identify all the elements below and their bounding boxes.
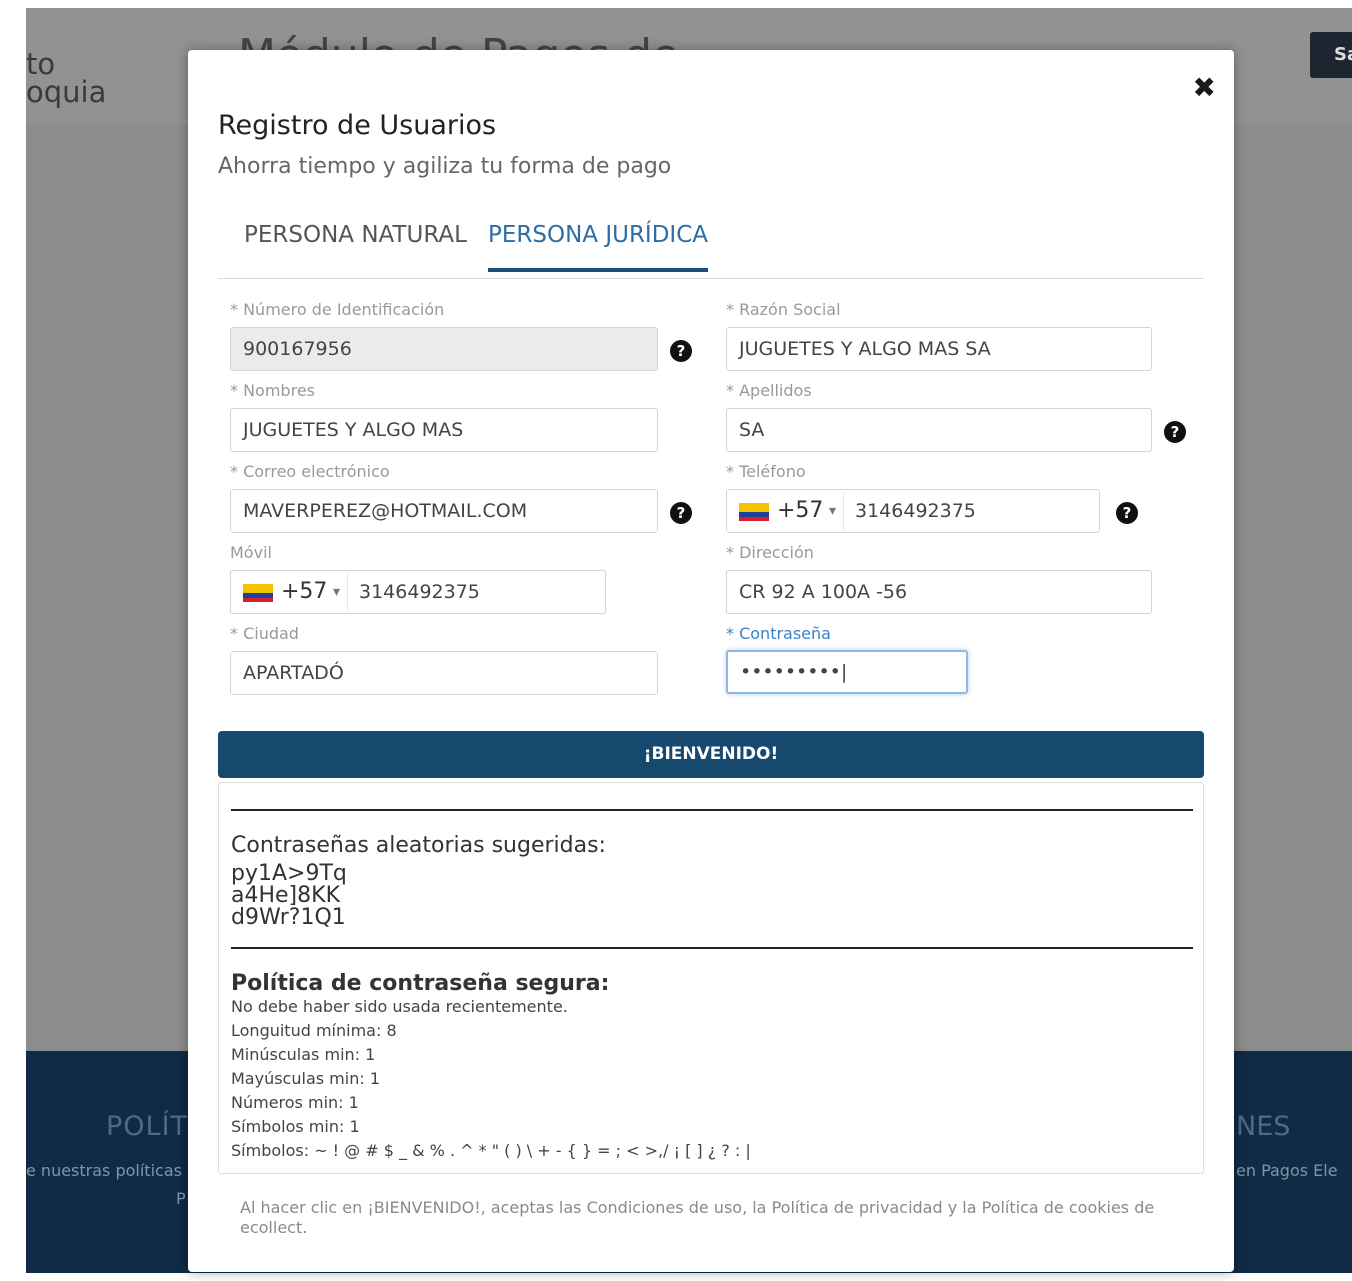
colombia-flag-icon[interactable] (243, 584, 273, 602)
apellidos-label: * Apellidos (726, 381, 812, 400)
registration-modal: ✖ Registro de Usuarios Ahorra tiempo y a… (188, 50, 1234, 1272)
policy-line: Números min: 1 (231, 1093, 359, 1112)
modal-subtitle: Ahorra tiempo y agiliza tu forma de pago (218, 154, 672, 179)
razon-social-input[interactable]: JUGUETES Y ALGO MAS SA (726, 327, 1152, 371)
policy-line: Longuitud mínima: 8 (231, 1021, 397, 1040)
email-label: * Correo electrónico (230, 462, 390, 481)
suggested-password: a4He]8KK (231, 883, 340, 908)
nombres-label: * Nombres (230, 381, 315, 400)
telefono-label: * Teléfono (726, 462, 806, 481)
divider (231, 809, 1193, 811)
telefono-input[interactable]: +57 ▾ 3146492375 (726, 489, 1100, 533)
suggested-password: d9Wr?1Q1 (231, 905, 346, 930)
divider (231, 947, 1193, 949)
policy-line: No debe haber sido usada recientemente. (231, 997, 568, 1016)
background-header-button: Sa (1310, 32, 1352, 78)
ciudad-label: * Ciudad (230, 624, 299, 643)
id-number-input[interactable]: 900167956 (230, 327, 658, 371)
direccion-input[interactable]: CR 92 A 100A -56 (726, 570, 1152, 614)
email-input[interactable]: MAVERPEREZ@HOTMAIL.COM (230, 489, 658, 533)
contrasena-label: * Contraseña (726, 624, 831, 643)
email-help-icon[interactable]: ? (670, 502, 692, 524)
bienvenido-submit-button[interactable]: ¡BIENVENIDO! (218, 731, 1204, 778)
legal-terms-text: Al hacer clic en ¡BIENVENIDO!, aceptas l… (240, 1198, 1155, 1237)
nombres-input[interactable]: JUGUETES Y ALGO MAS (230, 408, 658, 452)
modal-title: Registro de Usuarios (218, 110, 497, 141)
person-type-tabs: PERSONA NATURAL PERSONA JURÍDICA (218, 210, 1204, 279)
razon-social-label: * Razón Social (726, 300, 841, 319)
password-input[interactable]: •••••••••| (726, 650, 968, 694)
phone-divider (843, 492, 844, 530)
policy-line: Minúsculas min: 1 (231, 1045, 376, 1064)
password-policy-title: Política de contraseña segura: (231, 971, 610, 996)
logo-text-line1: to (26, 47, 56, 81)
footer-text-left-2: P (176, 1189, 186, 1208)
apellidos-input[interactable]: SA (726, 408, 1152, 452)
footer-text-right: en Pagos Ele (1236, 1161, 1338, 1180)
chevron-down-icon[interactable]: ▾ (829, 490, 836, 532)
apellidos-help-icon[interactable]: ? (1164, 421, 1186, 443)
footer-text-left: e nuestras políticas (26, 1161, 182, 1180)
policy-line: Símbolos min: 1 (231, 1117, 360, 1136)
logo-text-line2: oquia (26, 75, 107, 109)
telefono-dial-code[interactable]: +57 (777, 490, 823, 532)
footer-heading-left: POLÍT (106, 1111, 189, 1142)
tab-persona-natural[interactable]: PERSONA NATURAL (244, 222, 467, 268)
policy-line: Símbolos: ~ ! @ # $ _ & % . ^ * " ( ) \ … (231, 1141, 751, 1160)
close-button[interactable]: ✖ (1193, 74, 1216, 102)
direccion-label: * Dirección (726, 543, 814, 562)
telefono-help-icon[interactable]: ? (1116, 502, 1138, 524)
phone-divider (347, 573, 348, 611)
tab-persona-juridica[interactable]: PERSONA JURÍDICA (488, 222, 709, 272)
movil-dial-code[interactable]: +57 (281, 571, 327, 613)
suggested-password: py1A>9Tq (231, 861, 347, 886)
suggested-passwords-title: Contraseñas aleatorias sugeridas: (231, 833, 606, 858)
movil-number[interactable]: 3146492375 (359, 571, 480, 613)
policy-line: Mayúsculas min: 1 (231, 1069, 380, 1088)
movil-label: Móvil (230, 543, 272, 562)
password-suggestions-panel: Contraseñas aleatorias sugeridas: py1A>9… (218, 782, 1204, 1174)
movil-input[interactable]: +57 ▾ 3146492375 (230, 570, 606, 614)
chevron-down-icon[interactable]: ▾ (333, 571, 340, 613)
background-logo: to oquia (26, 47, 107, 109)
footer-heading-right: NES (1236, 1111, 1291, 1142)
id-number-help-icon[interactable]: ? (670, 340, 692, 362)
colombia-flag-icon[interactable] (739, 503, 769, 521)
ciudad-input[interactable]: APARTADÓ (230, 651, 658, 695)
telefono-number[interactable]: 3146492375 (855, 490, 976, 532)
id-number-label: * Número de Identificación (230, 300, 445, 319)
